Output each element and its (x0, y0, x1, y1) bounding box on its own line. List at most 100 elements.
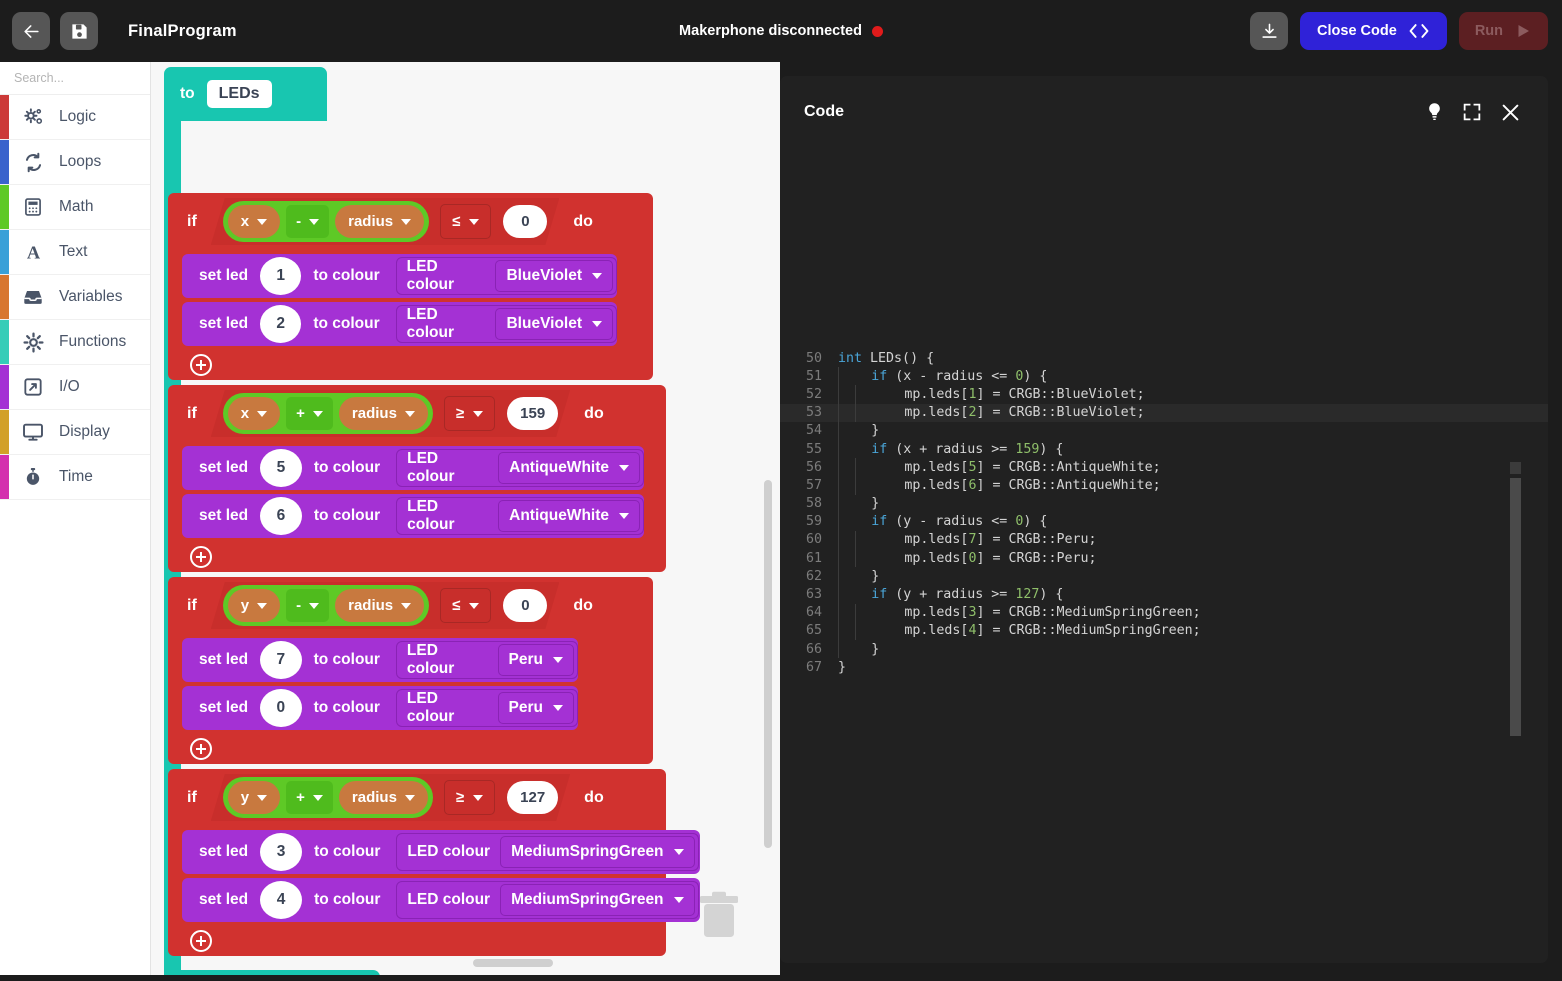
code-line[interactable]: 66 } (780, 640, 1548, 659)
operator-dropdown[interactable]: + (286, 781, 333, 814)
colour-dropdown[interactable]: AntiqueWhite (498, 452, 640, 484)
variable-dropdown-left[interactable]: y (228, 781, 280, 814)
variable-dropdown-left[interactable]: x (228, 205, 280, 238)
led-colour-block[interactable]: LED colour BlueViolet (395, 257, 617, 295)
code-line[interactable]: 57 mp.leds[6] = CRGB::AntiqueWhite; (780, 476, 1548, 495)
run-button[interactable]: Run (1458, 12, 1548, 50)
sidebar-item-loops[interactable]: Loops (0, 140, 150, 185)
led-index-field[interactable]: 5 (260, 449, 302, 487)
led-index-field[interactable]: 1 (260, 257, 302, 295)
colour-dropdown[interactable]: Peru (497, 644, 574, 676)
number-field[interactable]: 159 (507, 397, 558, 430)
add-condition-row[interactable] (168, 350, 653, 380)
led-index-field[interactable]: 0 (260, 689, 302, 727)
led-index-field[interactable]: 2 (260, 305, 302, 343)
led-index-field[interactable]: 7 (260, 641, 302, 679)
set-led-block[interactable]: set led 7 to colour LED colour Peru (182, 638, 578, 682)
trash-can[interactable] (696, 887, 742, 944)
led-colour-block[interactable]: LED colour AntiqueWhite (396, 449, 644, 487)
add-condition-row[interactable] (168, 542, 666, 572)
sidebar-item-variables[interactable]: Variables (0, 275, 150, 320)
close-code-panel-button[interactable] (1501, 103, 1520, 122)
set-led-block[interactable]: set led 1 to colour LED colour BlueViolet (182, 254, 617, 298)
comparator-dropdown[interactable]: ≥ (444, 396, 495, 431)
sidebar-item-i-o[interactable]: I/O (0, 365, 150, 410)
back-button[interactable] (12, 12, 50, 50)
operator-dropdown[interactable]: - (286, 589, 329, 622)
operator-dropdown[interactable]: - (286, 205, 329, 238)
comparator-dropdown[interactable]: ≥ (444, 780, 495, 815)
variable-dropdown-right[interactable]: radius (335, 589, 424, 622)
led-index-field[interactable]: 3 (260, 833, 303, 871)
download-button[interactable] (1250, 12, 1289, 50)
function-return-row[interactable]: return (164, 970, 380, 975)
arithmetic-block[interactable]: x + radius (223, 393, 433, 434)
code-vertical-scrollbar[interactable] (1510, 478, 1521, 736)
number-field[interactable]: 0 (503, 205, 547, 238)
code-line[interactable]: 55 if (x + radius >= 159) { (780, 439, 1548, 459)
plus-circle-icon[interactable] (190, 354, 212, 376)
code-line[interactable]: 52 mp.leds[1] = CRGB::BlueViolet; (780, 385, 1548, 404)
set-led-block[interactable]: set led 3 to colour LED colour MediumSpringG… (182, 830, 700, 874)
workspace-vertical-scrollbar[interactable] (764, 480, 772, 848)
colour-dropdown[interactable]: MediumSpringGreen (500, 884, 695, 916)
variable-dropdown-right[interactable]: radius (339, 397, 428, 430)
hint-button[interactable] (1426, 102, 1443, 122)
fullscreen-button[interactable] (1463, 103, 1481, 121)
set-led-block[interactable]: set led 2 to colour LED colour BlueViolet (182, 302, 617, 346)
plus-circle-icon[interactable] (190, 930, 212, 952)
add-condition-row[interactable] (168, 734, 653, 764)
code-line[interactable]: 53 mp.leds[2] = CRGB::BlueViolet; (780, 403, 1548, 422)
set-led-block[interactable]: set led 5 to colour LED colour AntiqueWhite (182, 446, 644, 490)
code-line[interactable]: 56 mp.leds[5] = CRGB::AntiqueWhite; (780, 458, 1548, 477)
sidebar-item-time[interactable]: Time (0, 455, 150, 500)
code-line[interactable]: 67} (780, 658, 1548, 676)
workspace-horizontal-scrollbar[interactable] (473, 959, 553, 967)
function-name-field[interactable]: LEDs (206, 80, 272, 108)
colour-dropdown[interactable]: BlueViolet (495, 308, 613, 340)
set-led-block[interactable]: set led 6 to colour LED colour AntiqueWhite (182, 494, 644, 538)
number-field[interactable]: 0 (503, 589, 547, 622)
close-code-button[interactable]: Close Code (1300, 12, 1447, 50)
arithmetic-block[interactable]: x - radius (223, 201, 429, 242)
code-editor[interactable]: 50 int LEDs() {51 if (x - radius <= 0) {5… (780, 148, 1548, 963)
led-colour-block[interactable]: LED colour Peru (395, 689, 578, 727)
code-line[interactable]: 61 mp.leds[0] = CRGB::Peru; (780, 549, 1548, 568)
code-line[interactable]: 58 } (780, 494, 1548, 513)
code-line[interactable]: 54 } (780, 421, 1548, 440)
code-line[interactable]: 51 if (x - radius <= 0) { (780, 367, 1548, 386)
code-line[interactable]: 62 } (780, 567, 1548, 586)
sidebar-item-functions[interactable]: Functions (0, 320, 150, 365)
led-index-field[interactable]: 6 (260, 497, 302, 535)
function-definition-block[interactable]: to LEDs return (164, 67, 380, 975)
variable-dropdown-right[interactable]: radius (335, 205, 424, 238)
blocks-workspace[interactable]: to LEDs return ifx-radius≤0doset led1to … (151, 62, 780, 975)
set-led-block[interactable]: set led 4 to colour LED colour MediumSpringG… (182, 878, 700, 922)
arithmetic-block[interactable]: y - radius (223, 585, 429, 626)
colour-dropdown[interactable]: AntiqueWhite (498, 500, 640, 532)
variable-dropdown-right[interactable]: radius (339, 781, 428, 814)
led-colour-block[interactable]: LED colour MediumSpringGreen (396, 833, 699, 871)
led-index-field[interactable]: 4 (260, 881, 303, 919)
comparator-dropdown[interactable]: ≤ (440, 204, 491, 239)
colour-dropdown[interactable]: MediumSpringGreen (500, 836, 695, 868)
variable-dropdown-left[interactable]: y (228, 589, 280, 622)
plus-circle-icon[interactable] (190, 546, 212, 568)
plus-circle-icon[interactable] (190, 738, 212, 760)
save-button[interactable] (60, 12, 98, 50)
set-led-block[interactable]: set led 0 to colour LED colour Peru (182, 686, 578, 730)
add-condition-row[interactable] (168, 926, 666, 956)
colour-dropdown[interactable]: Peru (497, 692, 574, 724)
led-colour-block[interactable]: LED colour MediumSpringGreen (396, 881, 699, 919)
sidebar-item-logic[interactable]: Logic (0, 95, 150, 140)
function-header[interactable]: to LEDs (164, 67, 327, 121)
code-line[interactable]: 60 mp.leds[7] = CRGB::Peru; (780, 530, 1548, 550)
led-colour-block[interactable]: LED colour AntiqueWhite (396, 497, 644, 535)
arithmetic-block[interactable]: y + radius (223, 777, 433, 818)
code-line[interactable]: 50 int LEDs() { (780, 349, 1548, 367)
sidebar-item-text[interactable]: A Text (0, 230, 150, 275)
number-field[interactable]: 127 (507, 781, 558, 814)
sidebar-item-display[interactable]: Display (0, 410, 150, 455)
comparator-dropdown[interactable]: ≤ (440, 588, 491, 623)
led-colour-block[interactable]: LED colour BlueViolet (395, 305, 617, 343)
